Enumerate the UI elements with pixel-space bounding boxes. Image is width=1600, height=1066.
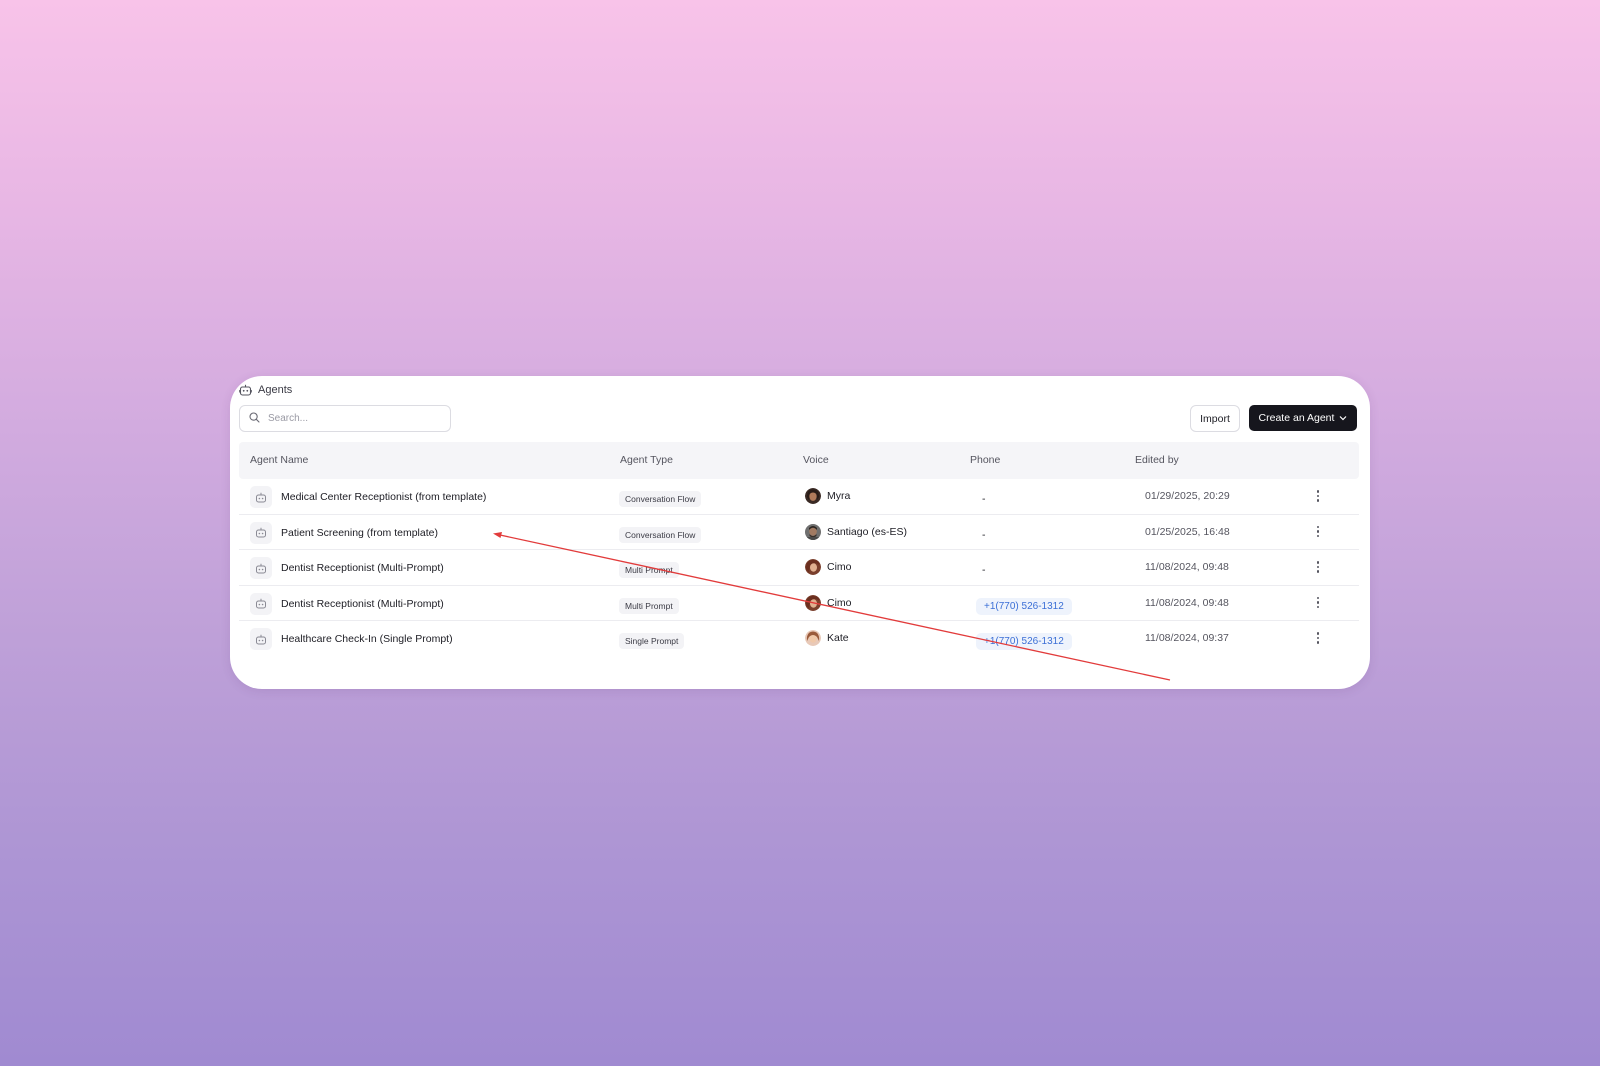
agent-name[interactable]: Medical Center Receptionist (from templa… (281, 491, 486, 503)
voice-name: Cimo (827, 596, 852, 609)
breadcrumb: Agents (239, 382, 292, 398)
voice-name: Santiago (es-ES) (827, 525, 907, 538)
agent-name[interactable]: Dentist Receptionist (Multi-Prompt) (281, 562, 444, 574)
agent-name-cell: Dentist Receptionist (Multi-Prompt) (250, 592, 444, 615)
voice-name: Kate (827, 632, 849, 644)
more-options-icon[interactable] (1312, 558, 1324, 576)
header-edited-by: Edited by (1135, 454, 1179, 466)
robot-icon (239, 384, 252, 396)
avatar (805, 523, 821, 540)
search-icon (249, 410, 260, 428)
robot-icon (250, 628, 272, 650)
chevron-down-icon (1339, 412, 1347, 424)
agent-type-badge: Conversation Flow (619, 491, 702, 507)
edited-by: 01/29/2025, 20:29 (1145, 490, 1230, 502)
table-row[interactable]: Healthcare Check-In (Single Prompt) Sing… (239, 621, 1359, 657)
header-agent-type: Agent Type (620, 454, 673, 466)
more-options-icon[interactable] (1312, 487, 1324, 505)
robot-icon (250, 486, 272, 508)
table-row[interactable]: Patient Screening (from template) Conver… (239, 515, 1359, 550)
search-input[interactable] (268, 413, 438, 424)
table-row[interactable]: Dentist Receptionist (Multi-Prompt) Mult… (239, 550, 1359, 586)
agents-panel: Agents Import Create an Agent Agent Name… (230, 376, 1370, 689)
agent-name-cell: Patient Screening (from template) (250, 521, 438, 544)
phone-value: - (982, 564, 986, 576)
table-header: Agent Name Agent Type Voice Phone Edited… (239, 442, 1359, 479)
agent-type-badge: Conversation Flow (619, 526, 702, 543)
robot-icon (250, 521, 272, 544)
import-button[interactable]: Import (1190, 405, 1240, 432)
avatar (805, 630, 821, 646)
search-box[interactable] (239, 405, 451, 432)
voice-cell: Myra (805, 488, 850, 504)
more-options-icon[interactable] (1312, 629, 1324, 647)
more-options-icon[interactable] (1312, 594, 1324, 612)
phone-number-link[interactable]: +1(770) 526-1312 (976, 633, 1072, 650)
avatar (805, 559, 821, 575)
voice-cell: Cimo (805, 594, 852, 611)
agent-type-badge: Single Prompt (619, 633, 685, 649)
phone-value: - (982, 528, 986, 541)
edited-by: 11/08/2024, 09:48 (1145, 596, 1229, 609)
header-phone: Phone (970, 454, 1001, 466)
create-agent-label: Create an Agent (1258, 412, 1335, 424)
edited-by: 01/25/2025, 16:48 (1145, 525, 1230, 538)
table-row[interactable]: Medical Center Receptionist (from templa… (239, 479, 1359, 515)
page-title[interactable]: Agents (258, 384, 292, 396)
avatar (805, 594, 821, 611)
phone-value: - (982, 493, 986, 505)
agent-name[interactable]: Healthcare Check-In (Single Prompt) (281, 633, 453, 645)
agent-name[interactable]: Patient Screening (from template) (281, 527, 438, 539)
agent-type-badge: Multi Prompt (619, 597, 679, 614)
header-voice: Voice (803, 454, 829, 466)
voice-cell: Cimo (805, 559, 852, 575)
phone-number-link[interactable]: +1(770) 526-1312 (976, 597, 1072, 615)
agent-name-cell: Healthcare Check-In (Single Prompt) (250, 628, 453, 650)
voice-cell: Kate (805, 630, 849, 646)
voice-cell: Santiago (es-ES) (805, 523, 907, 540)
header-agent-name: Agent Name (250, 454, 309, 466)
create-agent-button[interactable]: Create an Agent (1249, 405, 1357, 431)
agents-table: Agent Name Agent Type Voice Phone Edited… (239, 442, 1359, 657)
agent-name-cell: Dentist Receptionist (Multi-Prompt) (250, 557, 444, 579)
edited-by: 11/08/2024, 09:37 (1145, 632, 1229, 644)
robot-icon (250, 592, 272, 615)
voice-name: Cimo (827, 561, 852, 573)
more-options-icon[interactable] (1312, 523, 1324, 541)
voice-name: Myra (827, 490, 851, 502)
table-row[interactable]: Dentist Receptionist (Multi-Prompt) Mult… (239, 586, 1359, 621)
agent-type-badge: Multi Prompt (619, 562, 679, 578)
robot-icon (250, 557, 272, 579)
avatar (805, 488, 821, 504)
edited-by: 11/08/2024, 09:48 (1145, 561, 1229, 573)
agent-name-cell: Medical Center Receptionist (from templa… (250, 486, 486, 508)
agent-name[interactable]: Dentist Receptionist (Multi-Prompt) (281, 598, 444, 610)
